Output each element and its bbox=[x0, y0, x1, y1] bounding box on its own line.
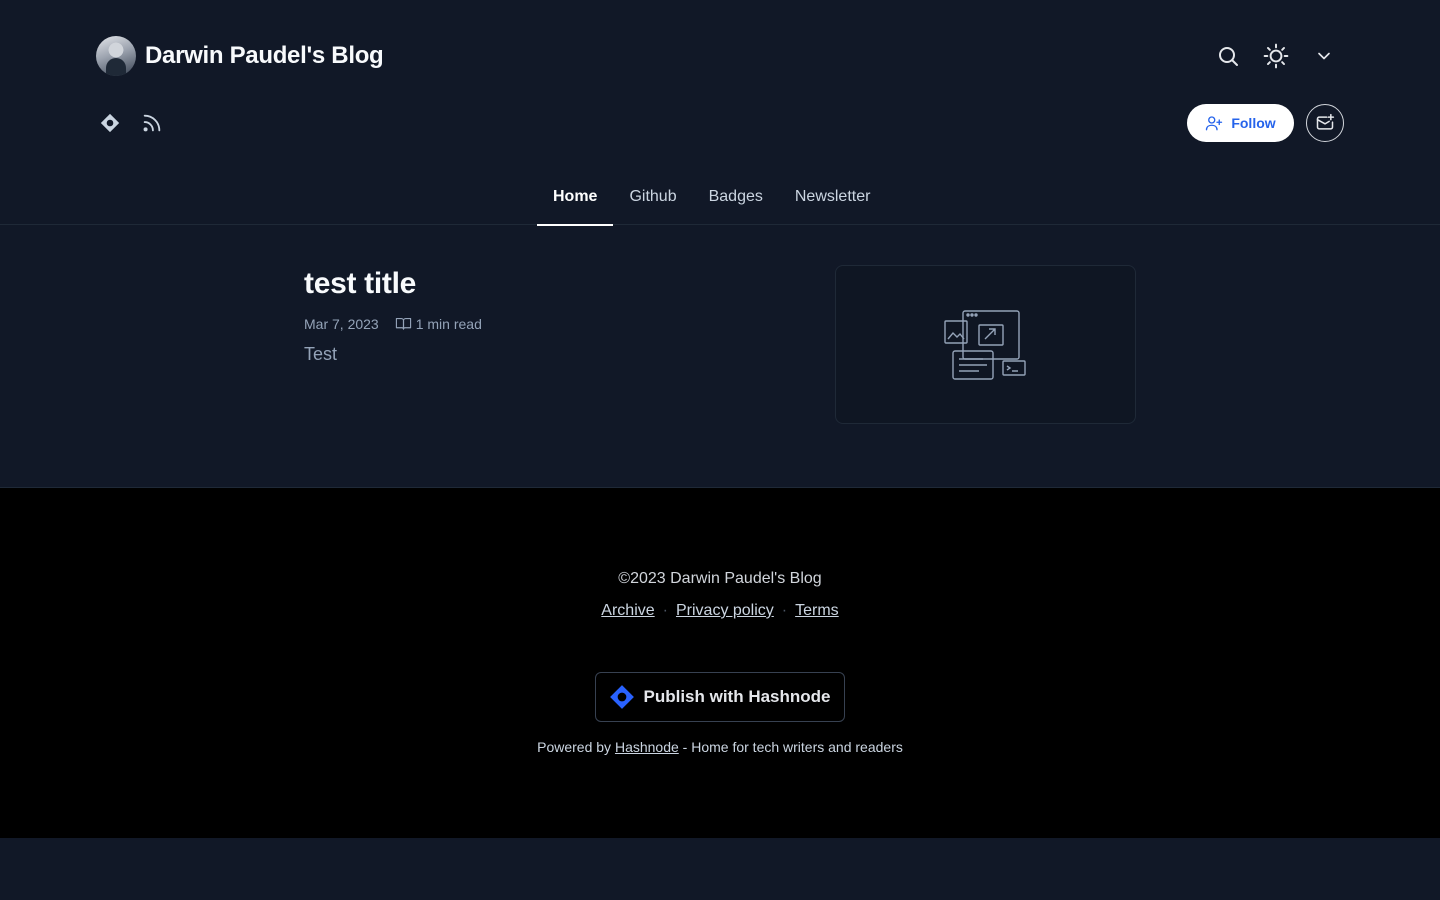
blog-header: Darwin Paudel's Blog Follow Home Github bbox=[0, 0, 1440, 226]
nav-item-newsletter[interactable]: Newsletter bbox=[779, 172, 887, 225]
publish-with-hashnode-button[interactable]: Publish with Hashnode bbox=[595, 672, 845, 722]
post-excerpt[interactable]: Test bbox=[304, 344, 784, 365]
link-separator: · bbox=[781, 602, 788, 619]
post-title[interactable]: test title bbox=[304, 267, 784, 301]
social-links bbox=[96, 106, 166, 140]
search-icon bbox=[1219, 47, 1238, 66]
book-open-icon bbox=[395, 317, 411, 330]
publish-label: Publish with Hashnode bbox=[643, 687, 831, 706]
link-separator: · bbox=[662, 602, 668, 619]
chevron-down-icon bbox=[1318, 52, 1330, 60]
user-plus-icon bbox=[1206, 116, 1223, 131]
newsletter-icon bbox=[1316, 113, 1335, 130]
post-date: Mar 7, 2023 bbox=[304, 315, 379, 332]
follow-label: Follow bbox=[1231, 115, 1276, 131]
privacy-policy-link[interactable]: Privacy policy bbox=[676, 602, 774, 620]
terms-link[interactable]: Terms bbox=[795, 602, 839, 620]
powered-suffix: - Home for tech writers and readers bbox=[682, 739, 903, 755]
nav-item-home[interactable]: Home bbox=[537, 172, 614, 226]
post-card: test title Mar 7, 2023 1 min read Test bbox=[304, 267, 784, 365]
powered-prefix: Powered by bbox=[537, 739, 612, 755]
rss-icon bbox=[143, 114, 161, 132]
header-toolbar bbox=[1208, 32, 1344, 80]
search-button[interactable] bbox=[1208, 32, 1248, 80]
hashnode-profile-link[interactable] bbox=[96, 106, 124, 140]
nav-item-badges[interactable]: Badges bbox=[693, 172, 779, 225]
copyright-text: ©2023 Darwin Paudel's Blog bbox=[618, 570, 822, 587]
hashnode-link[interactable]: Hashnode bbox=[615, 739, 679, 755]
powered-by: Powered by Hashnode - Home for tech writ… bbox=[0, 739, 1440, 755]
newsletter-subscribe-button[interactable] bbox=[1306, 104, 1344, 142]
footer-links: Archive · Privacy policy · Terms bbox=[0, 602, 1440, 620]
archive-link[interactable]: Archive bbox=[601, 602, 654, 620]
read-time-label: 1 min read bbox=[415, 315, 482, 332]
rss-feed-link[interactable] bbox=[138, 106, 166, 140]
author-avatar[interactable] bbox=[96, 36, 136, 76]
post-cover-image[interactable] bbox=[835, 265, 1136, 424]
theme-toggle-button[interactable] bbox=[1256, 32, 1296, 80]
post-list: test title Mar 7, 2023 1 min read Test bbox=[0, 225, 1440, 488]
hashnode-logo-icon bbox=[610, 685, 635, 709]
read-time: 1 min read bbox=[395, 315, 482, 332]
sun-icon bbox=[1263, 43, 1289, 69]
follow-button[interactable]: Follow bbox=[1187, 104, 1294, 142]
nav-item-github[interactable]: Github bbox=[613, 172, 692, 225]
post-meta: Mar 7, 2023 1 min read bbox=[304, 315, 784, 332]
cover-placeholder-illustration bbox=[943, 309, 1026, 380]
blog-nav: Home Github Badges Newsletter bbox=[537, 172, 887, 226]
hashnode-icon bbox=[100, 113, 120, 133]
account-menu-button[interactable] bbox=[1304, 32, 1344, 80]
blog-title[interactable]: Darwin Paudel's Blog bbox=[145, 42, 384, 70]
blog-brand[interactable]: Darwin Paudel's Blog bbox=[96, 36, 384, 76]
header-actions: Follow bbox=[1187, 104, 1344, 142]
site-footer: ©2023 Darwin Paudel's Blog Archive · Pri… bbox=[0, 488, 1440, 838]
